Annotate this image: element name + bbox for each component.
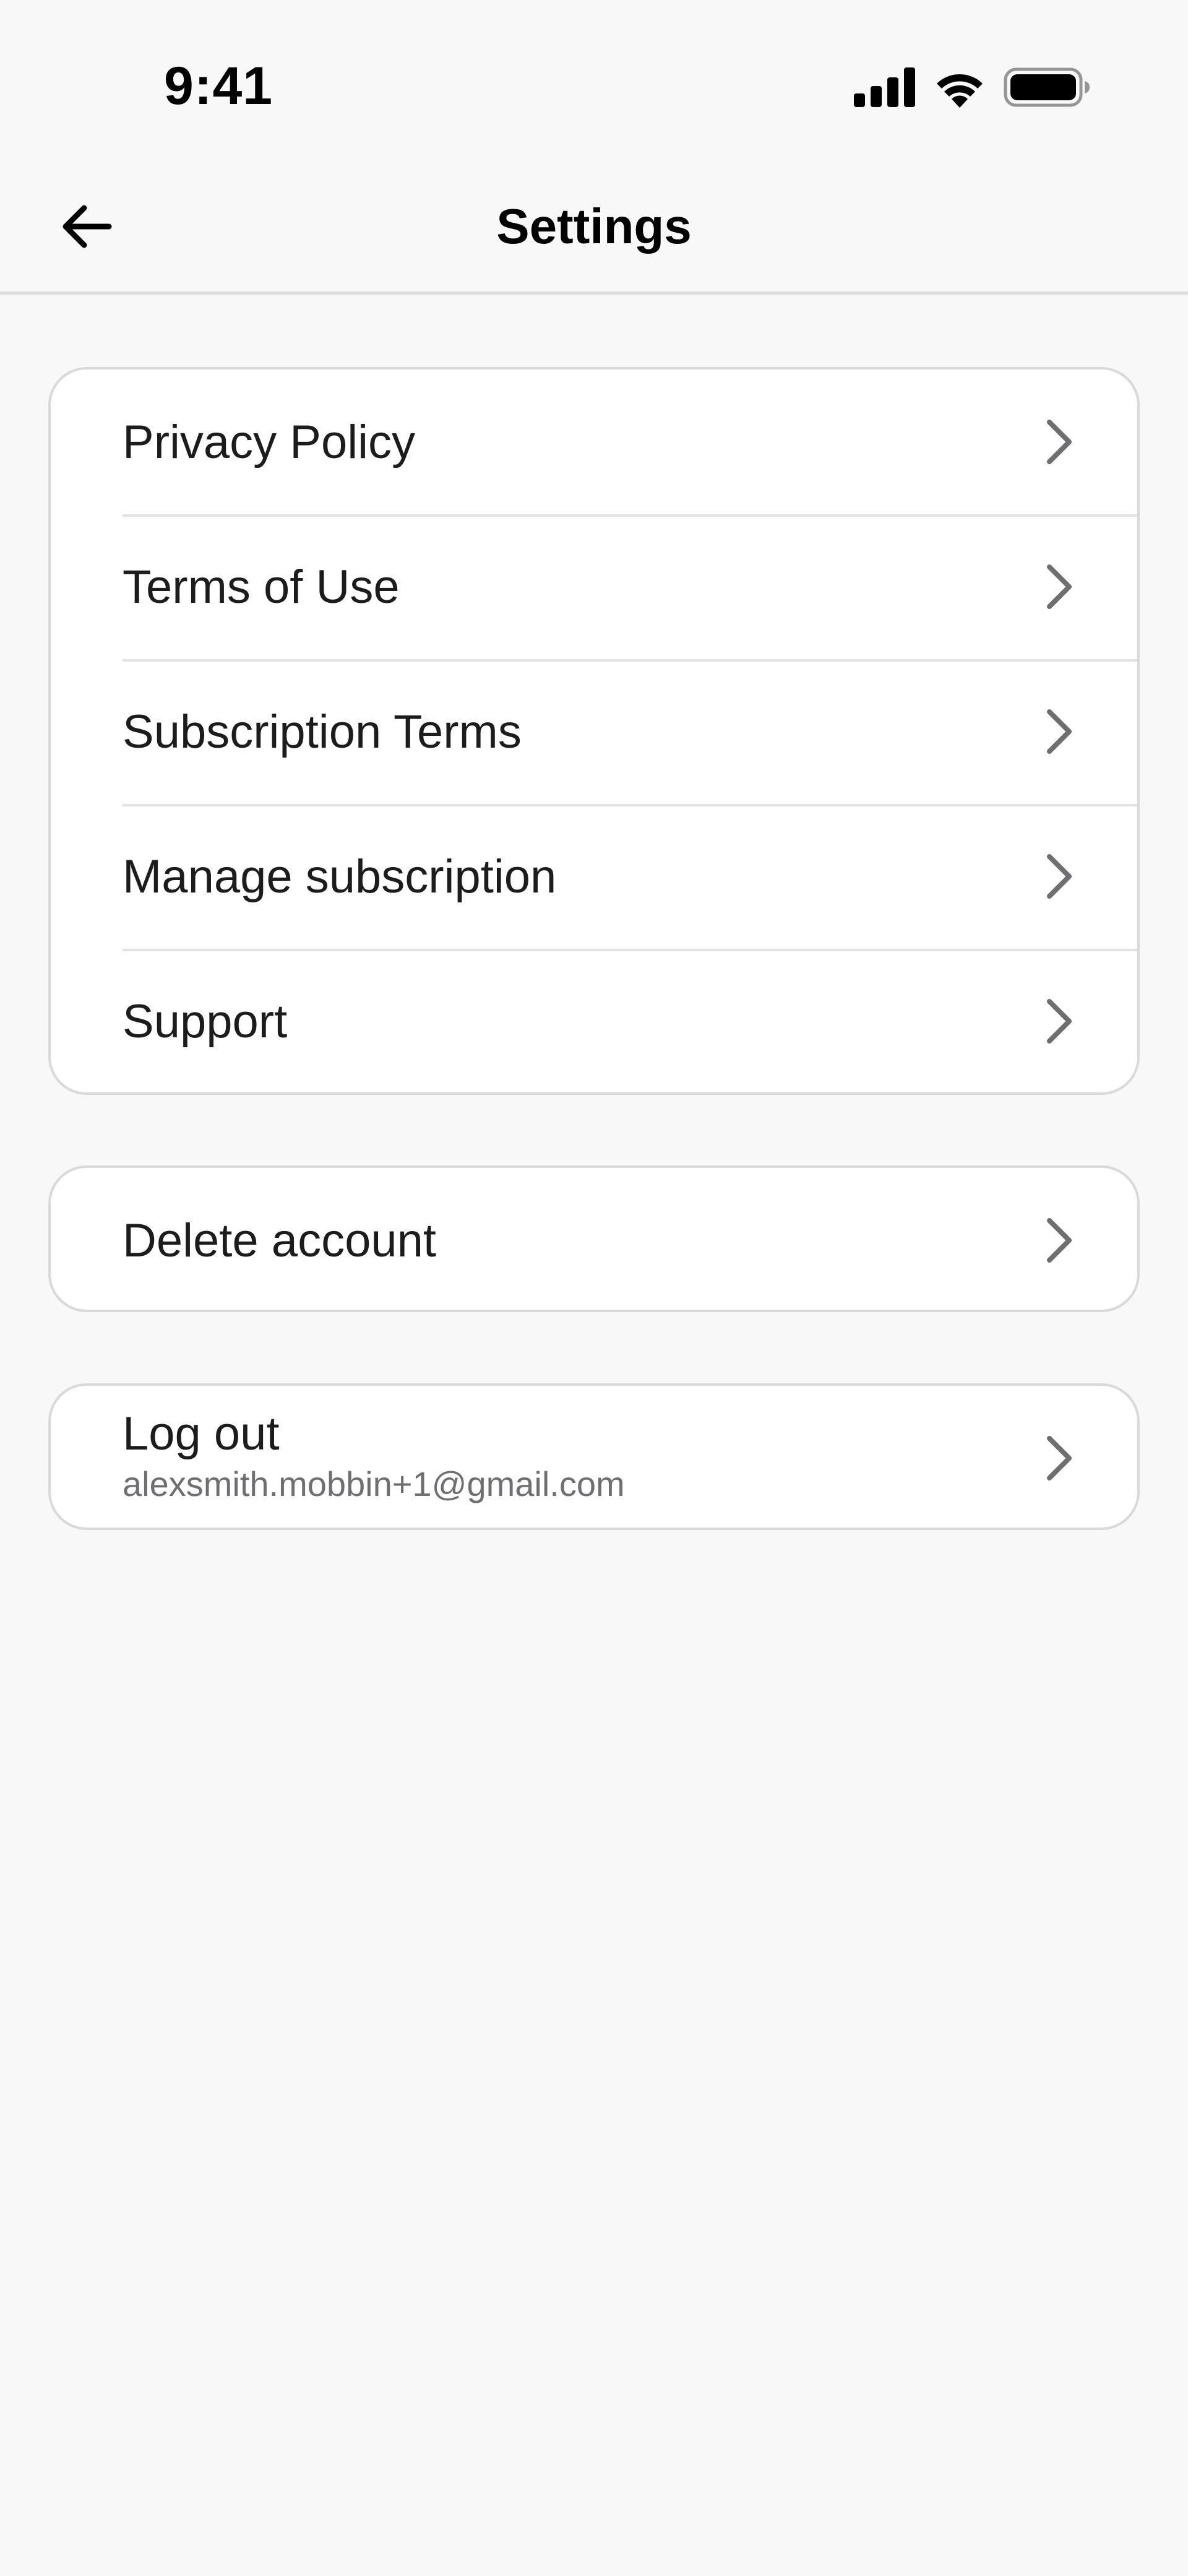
row-label: Support <box>123 995 288 1048</box>
links-card: Privacy Policy Terms of Use Subscription… <box>48 367 1140 1095</box>
status-bar: 9:41 <box>0 0 1188 161</box>
row-label: Terms of Use <box>123 560 400 613</box>
nav-bar: Settings <box>0 161 1188 295</box>
delete-account-card: Delete account <box>48 1165 1140 1312</box>
cellular-signal-icon <box>854 67 916 110</box>
subscription-terms-row[interactable]: Subscription Terms <box>51 659 1137 804</box>
row-label: Privacy Policy <box>123 415 415 469</box>
chevron-right-icon <box>1041 1432 1078 1484</box>
chevron-right-icon <box>1041 416 1078 468</box>
account-email: alexsmith.mobbin+1@gmail.com <box>123 1464 625 1503</box>
page-title: Settings <box>496 199 692 254</box>
chevron-right-icon <box>1041 995 1078 1047</box>
logout-text: Log out alexsmith.mobbin+1@gmail.com <box>123 1406 625 1506</box>
logout-label: Log out <box>123 1407 280 1460</box>
delete-account-row[interactable]: Delete account <box>51 1168 1137 1310</box>
chevron-right-icon <box>1041 561 1078 613</box>
battery-icon <box>1004 67 1090 110</box>
wifi-icon <box>932 67 988 111</box>
row-label: Manage subscription <box>123 850 557 903</box>
status-icons <box>854 67 1090 111</box>
settings-screen: 9:41 Settings Privacy Policy Terms of Us… <box>0 0 1188 2576</box>
manage-subscription-row[interactable]: Manage subscription <box>51 804 1137 949</box>
privacy-policy-row[interactable]: Privacy Policy <box>51 370 1137 514</box>
chevron-right-icon <box>1041 850 1078 902</box>
terms-of-use-row[interactable]: Terms of Use <box>51 514 1137 659</box>
row-label: Subscription Terms <box>123 705 522 758</box>
support-row[interactable]: Support <box>51 949 1137 1092</box>
logout-card: Log out alexsmith.mobbin+1@gmail.com <box>48 1383 1140 1530</box>
logout-row[interactable]: Log out alexsmith.mobbin+1@gmail.com <box>51 1386 1137 1528</box>
status-time: 9:41 <box>164 56 273 116</box>
chevron-right-icon <box>1041 706 1078 758</box>
chevron-right-icon <box>1041 1214 1078 1266</box>
row-label: Delete account <box>123 1214 436 1267</box>
